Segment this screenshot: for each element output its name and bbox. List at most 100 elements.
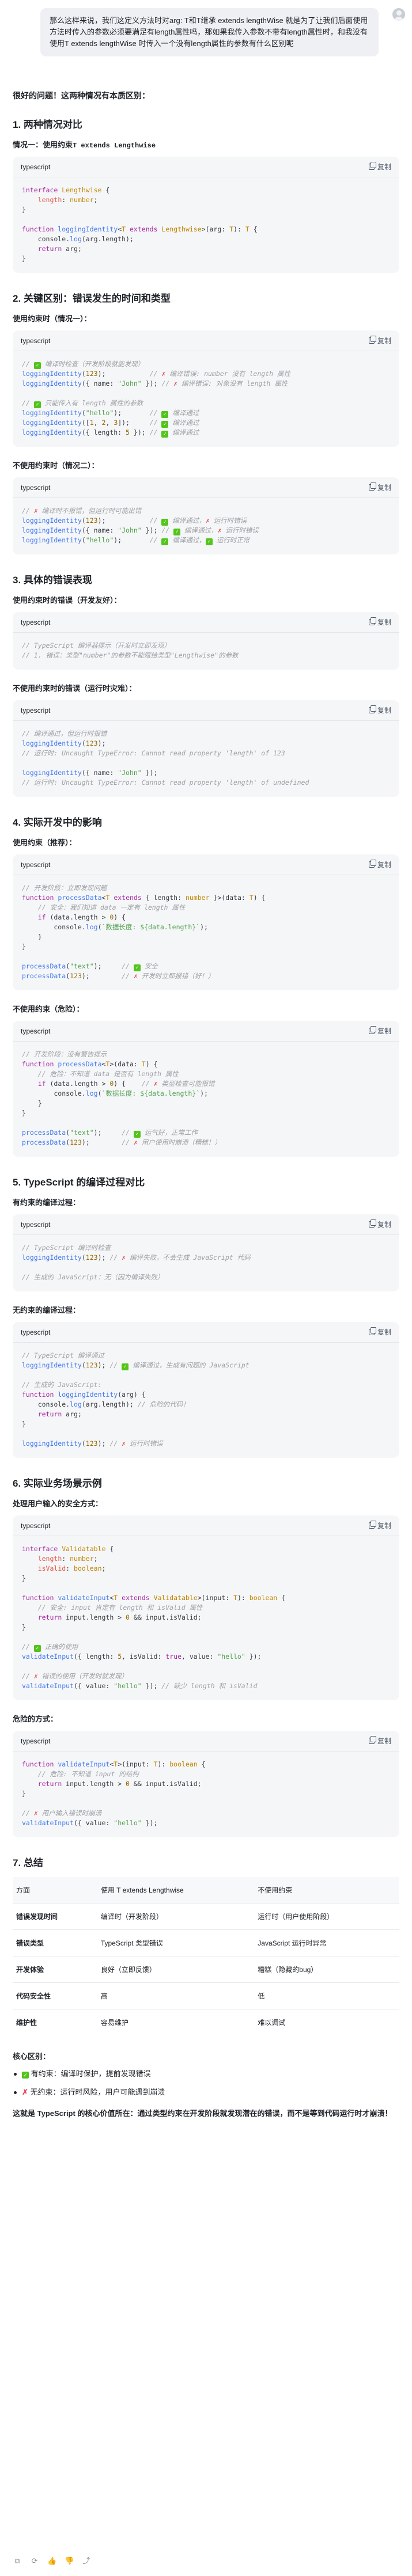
- case-1-label: 情况一：使用约束T extends Lengthwise: [13, 140, 156, 150]
- conclusion-text: 这就是 TypeScript 的核心价值所在：通过类型约束在开发阶段就发现潜在的…: [13, 2109, 392, 2118]
- user-avatar: [392, 8, 405, 21]
- code-content: // TypeScript 编译通过 loggingIdentity(123);…: [22, 1351, 250, 1447]
- copy-button[interactable]: 复制: [368, 1327, 391, 1337]
- code-block: typescript 复制 function validateInput<T>(i…: [13, 1731, 399, 1837]
- code-language: typescript: [21, 1521, 51, 1530]
- copy-button[interactable]: 复制: [368, 705, 391, 715]
- table-cell: 维护性: [13, 2009, 97, 2035]
- table-cell: 开发体验: [13, 1956, 97, 1983]
- copy-button[interactable]: 复制: [368, 1219, 391, 1229]
- copy-button[interactable]: 复制: [368, 482, 391, 492]
- assistant-answer: 很好的问题！这两种情况有本质区别： 1. 两种情况对比 情况一：使用约束T ex…: [13, 90, 399, 2119]
- code-block: typescript 复制 // 开发阶段：没有警告提示 function pro…: [13, 1021, 399, 1157]
- table-row: 错误发现时间 编译时（开发阶段） 运行时（用户使用阶段）: [13, 1903, 399, 1930]
- table-row: 错误类型 TypeScript 类型错误 JavaScript 运行时异常: [13, 1929, 399, 1956]
- copy-icon: [368, 1219, 376, 1228]
- code-content: // TypeScript 编译时检查 loggingIdentity(123)…: [22, 1244, 251, 1281]
- summary-table: 方面 使用 T extends Lengthwise 不使用约束 错误发现时间编…: [13, 1877, 399, 2035]
- code-content: // ✓ 编译时检查（开发阶段就能发现） loggingIdentity(123…: [22, 360, 290, 438]
- code-block: typescript 复制 // TypeScript 编译器提示（开发时立即发现…: [13, 612, 399, 670]
- section-2-title: 2. 关键区别：错误发生的时间和类型: [13, 293, 171, 304]
- section-6-title: 6. 实际业务场景示例: [13, 1478, 102, 1489]
- answer-intro: 很好的问题！这两种情况有本质区别：: [13, 91, 150, 100]
- copy-icon: [368, 617, 376, 625]
- copy-icon: [368, 482, 376, 491]
- section-4-sub-1: 使用约束（推荐）：: [13, 838, 77, 847]
- cross-icon: ✗: [22, 2088, 28, 2096]
- table-cell: 难以调试: [254, 2009, 399, 2035]
- table-header: 方面: [13, 1877, 97, 1903]
- table-cell: 代码安全性: [13, 1982, 97, 2009]
- copy-button[interactable]: 复制: [368, 336, 391, 345]
- code-language: typescript: [21, 618, 51, 626]
- code-block: typescript 复制 // TypeScript 编译通过 loggingI…: [13, 1322, 399, 1458]
- copy-button[interactable]: 复制: [368, 1026, 391, 1036]
- section-3-sub-2: 不使用约束时的错误（运行时灾难）：: [13, 684, 137, 693]
- copy-button[interactable]: 复制: [368, 860, 391, 869]
- code-content: // TypeScript 编译器提示（开发时立即发现） // 1. 错误：类型…: [22, 641, 239, 659]
- code-content: interface Lengthwise { length: number; }…: [22, 186, 258, 263]
- copy-icon: [368, 1521, 376, 1529]
- code-language: typescript: [21, 1328, 51, 1336]
- regenerate-icon[interactable]: ⟳: [30, 2556, 39, 2566]
- code-language: typescript: [21, 706, 51, 715]
- copy-icon: [368, 860, 376, 868]
- code-content: // 开发阶段：没有警告提示 function processData<T>(d…: [22, 1050, 221, 1146]
- section-4-sub-2: 不使用约束（危险）：: [13, 1005, 84, 1013]
- copy-button[interactable]: 复制: [368, 162, 391, 172]
- code-block: typescript 复制 // 开发阶段：立即发现问题 function pro…: [13, 854, 399, 990]
- code-block: typescript 复制 // 编译通过，但运行时报错 loggingIdent…: [13, 700, 399, 797]
- code-language: typescript: [21, 483, 51, 492]
- copy-button[interactable]: 复制: [368, 1521, 391, 1530]
- list-item: ✗ 无约束：运行时风险，用户可能遇到崩溃: [13, 2087, 399, 2098]
- copy-icon: [368, 1736, 376, 1744]
- check-icon: ✓: [22, 2072, 29, 2079]
- code-language: typescript: [21, 1220, 51, 1229]
- code-language: typescript: [21, 162, 51, 171]
- table-cell: 高: [97, 1982, 255, 2009]
- code-content: // 开发阶段：立即发现问题 function processData<T ex…: [22, 884, 266, 980]
- section-5-title: 5. TypeScript 的编译过程对比: [13, 1177, 145, 1188]
- copy-icon: [368, 1327, 376, 1335]
- copy-icon: [368, 705, 376, 713]
- user-message-bubble: 那么这样来说，我们这定义方法时对arg: T和T继承 extends lengt…: [40, 8, 379, 56]
- message-actions: ⧉ ⟳ 👍 👎 ⤴: [13, 2556, 91, 2566]
- copy-icon: [368, 336, 376, 344]
- list-item: ✓ 有约束：编译时保护，提前发现错误: [13, 2068, 399, 2080]
- code-language: typescript: [21, 336, 51, 345]
- code-block: typescript 复制 // ✓ 编译时检查（开发阶段就能发现） loggin…: [13, 330, 399, 447]
- section-5-sub-1: 有约束的编译过程：: [13, 1198, 81, 1207]
- table-header: 使用 T extends Lengthwise: [97, 1877, 255, 1903]
- share-icon[interactable]: ⤴: [82, 2556, 91, 2566]
- table-row: 代码安全性高低: [13, 1982, 399, 2009]
- code-content: function validateInput<T>(input: T): boo…: [22, 1760, 206, 1827]
- table-cell: 运行时（用户使用阶段）: [254, 1903, 399, 1930]
- core-difference-list: ✓ 有约束：编译时保护，提前发现错误 ✗ 无约束：运行时风险，用户可能遇到崩溃: [13, 2068, 399, 2098]
- table-cell: 糟糕（隐藏的bug）: [254, 1956, 399, 1983]
- section-1-title: 1. 两种情况对比: [13, 119, 82, 130]
- code-block: typescript 复制 interface Validatable { len…: [13, 1515, 399, 1700]
- copy-message-icon[interactable]: ⧉: [13, 2556, 22, 2566]
- user-message-row: 那么这样来说，我们这定义方法时对arg: T和T继承 extends lengt…: [40, 8, 405, 56]
- copy-icon: [368, 1026, 376, 1034]
- table-cell: 良好（立即反馈）: [97, 1956, 255, 1983]
- code-language: typescript: [21, 1027, 51, 1035]
- code-language: typescript: [21, 1737, 51, 1745]
- copy-button[interactable]: 复制: [368, 617, 391, 627]
- table-cell: 错误发现时间: [13, 1903, 97, 1930]
- table-cell: TypeScript 类型错误: [97, 1929, 255, 1956]
- section-2-sub-2: 不使用约束时（情况二）：: [13, 461, 99, 470]
- table-cell: 容易维护: [97, 2009, 255, 2035]
- table-row: 开发体验 良好（立即反馈） 糟糕（隐藏的bug）: [13, 1956, 399, 1983]
- copy-icon: [368, 162, 376, 170]
- thumbs-up-icon[interactable]: 👍: [47, 2556, 56, 2566]
- thumbs-down-icon[interactable]: 👎: [65, 2556, 74, 2566]
- table-row: 维护性 容易维护 难以调试: [13, 2009, 399, 2035]
- table-cell: 编译时（开发阶段）: [97, 1903, 255, 1930]
- table-cell: 低: [254, 1982, 399, 2009]
- code-language: typescript: [21, 860, 51, 869]
- section-3-title: 3. 具体的错误表现: [13, 575, 92, 586]
- copy-button[interactable]: 复制: [368, 1736, 391, 1746]
- table-header: 不使用约束: [254, 1877, 399, 1903]
- section-5-sub-2: 无约束的编译过程：: [13, 1306, 81, 1314]
